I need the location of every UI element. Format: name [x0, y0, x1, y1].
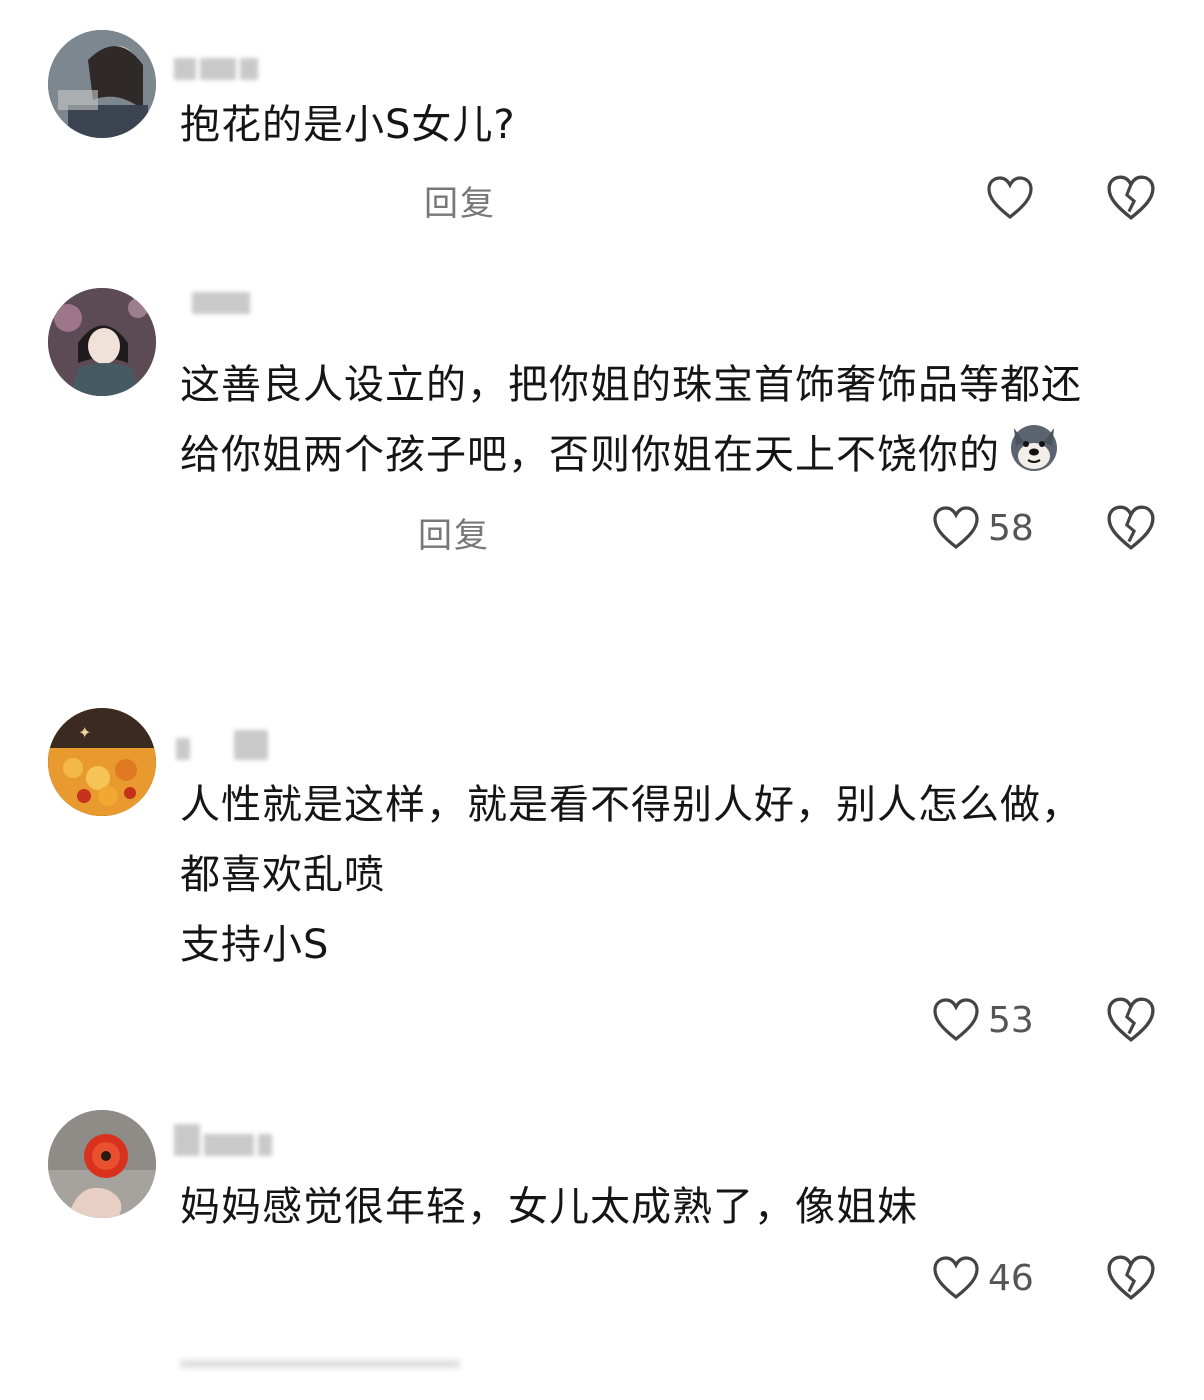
avatar-image [48, 30, 156, 138]
heart-outline-icon [933, 506, 979, 550]
comment-text: 人性就是这样，就是看不得别人好，别人怎么做， 都喜欢乱喷 支持小S [180, 770, 1170, 980]
like-button[interactable]: 53 [932, 994, 1034, 1046]
reply-button[interactable]: 回复 [424, 176, 496, 225]
avatar-image [48, 1110, 156, 1218]
next-comment-partial [180, 1360, 460, 1368]
username-blurred [176, 730, 272, 760]
avatar-image: ✦ [48, 708, 156, 816]
dislike-button[interactable] [1106, 504, 1156, 552]
comment-text: 抱花的是小S女儿? [180, 90, 1170, 160]
username-blurred [192, 292, 254, 314]
comment-text-line: 妈妈感觉很年轻，女儿太成熟了，像姐妹 [180, 1184, 918, 1230]
broken-heart-icon [1107, 997, 1155, 1042]
comment-text: 这善良人设立的，把你姐的珠宝首饰奢饰品等都还 给你姐两个孩子吧，否则你姐在天上不… [180, 350, 1170, 494]
like-count: 58 [988, 507, 1034, 549]
heart-outline-icon [987, 176, 1033, 220]
avatar[interactable] [48, 288, 156, 396]
broken-heart-icon [1107, 1255, 1155, 1300]
heart-outline-icon [933, 1256, 979, 1300]
like-button[interactable]: 58 [932, 502, 1034, 554]
avatar[interactable] [48, 30, 156, 138]
comment-text-line: 这善良人设立的，把你姐的珠宝首饰奢饰品等都还 [180, 362, 1082, 408]
username-blurred [174, 1124, 276, 1156]
like-count: 46 [988, 1257, 1034, 1299]
comment-text-line: 人性就是这样，就是看不得别人好，别人怎么做， [180, 782, 1082, 828]
username-blurred [174, 58, 262, 80]
avatar[interactable] [48, 1110, 156, 1218]
comment-text: 妈妈感觉很年轻，女儿太成熟了，像姐妹 [180, 1172, 1170, 1242]
dog-emoji-icon [1006, 420, 1062, 494]
broken-heart-icon [1107, 505, 1155, 550]
reply-button[interactable]: 回复 [418, 508, 490, 557]
comment-text-line: 给你姐两个孩子吧，否则你姐在天上不饶你的 [180, 420, 1170, 494]
svg-text:✦: ✦ [78, 723, 91, 742]
dislike-button[interactable] [1106, 1254, 1156, 1302]
like-button[interactable] [986, 172, 1034, 224]
avatar[interactable]: ✦ [48, 708, 156, 816]
dislike-button[interactable] [1106, 996, 1156, 1044]
comment-text-line: 都喜欢乱喷 [180, 852, 385, 898]
heart-outline-icon [933, 998, 979, 1042]
comment-text-line: 支持小S [180, 922, 330, 968]
like-count: 53 [988, 999, 1034, 1041]
broken-heart-icon [1107, 175, 1155, 220]
like-button[interactable]: 46 [932, 1252, 1034, 1304]
comment-text-line-content: 给你姐两个孩子吧，否则你姐在天上不饶你的 [180, 432, 1000, 478]
dislike-button[interactable] [1106, 174, 1156, 222]
comment-text-line: 抱花的是小S女儿? [180, 102, 516, 148]
avatar-image [48, 288, 156, 396]
